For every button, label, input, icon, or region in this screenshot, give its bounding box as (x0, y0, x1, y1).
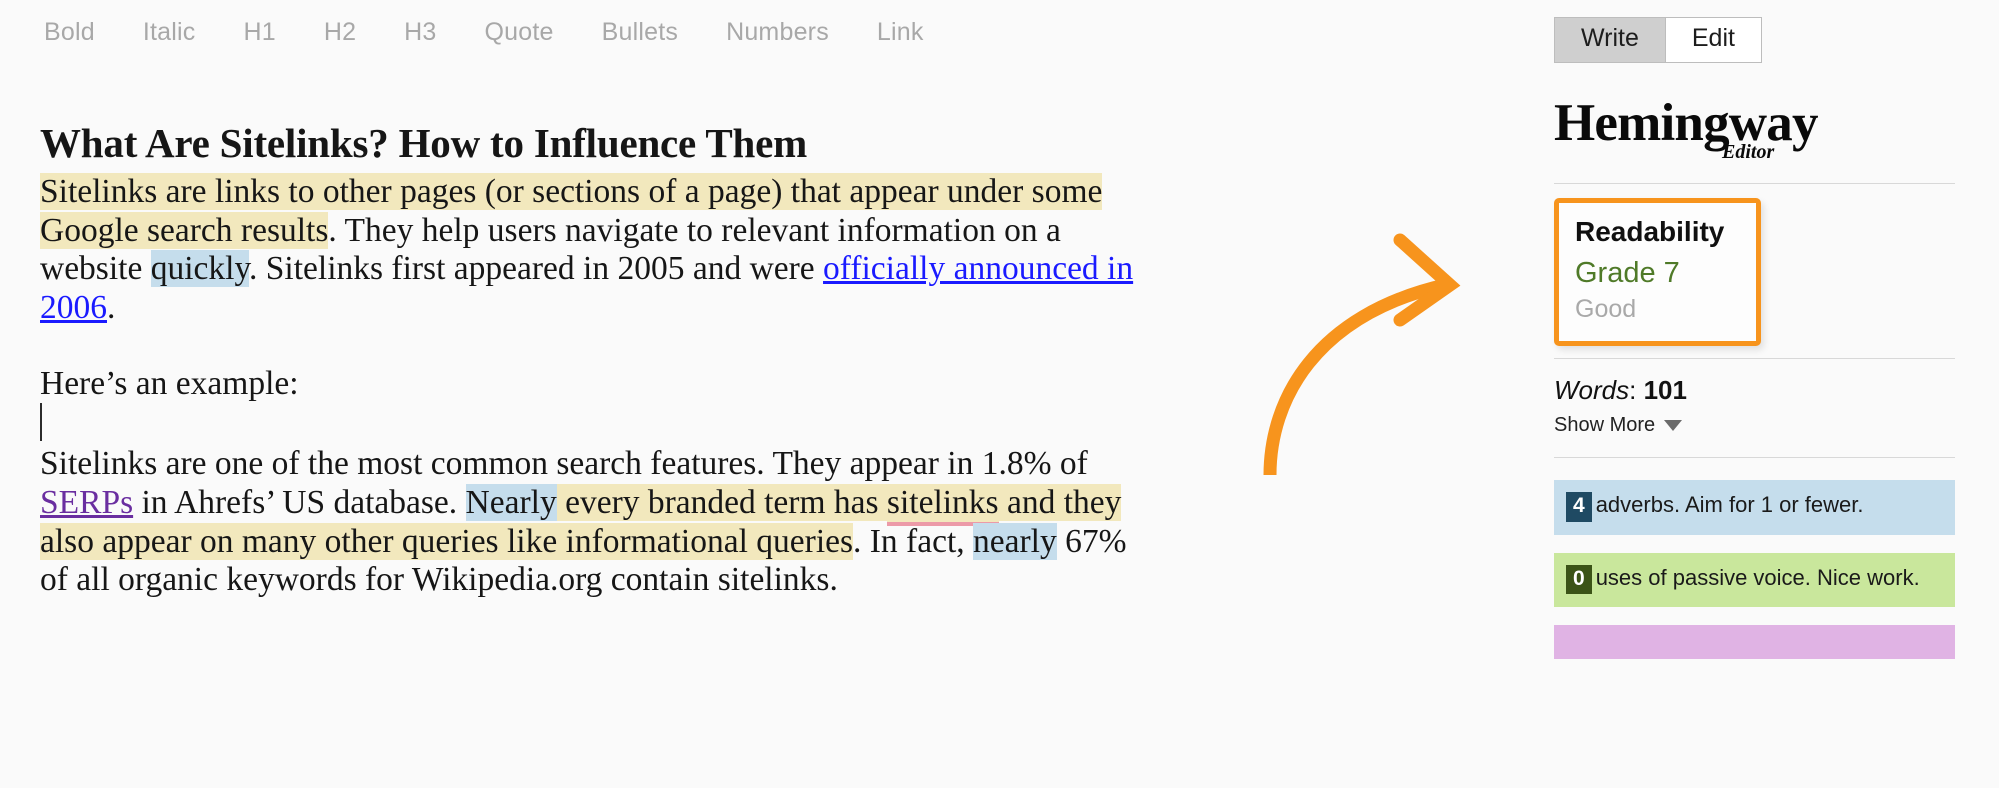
brand-logo: Hemingway Editor (1554, 93, 1955, 171)
document-editor[interactable]: What Are Sitelinks? How to Influence The… (0, 65, 1180, 600)
hemingway-editor-app: Bold Italic H1 H2 H3 Quote Bullets Numbe… (0, 0, 1999, 788)
word-count: Words: 101 (1554, 375, 1955, 406)
document-paragraph-3: Sitelinks are one of the most common sea… (40, 445, 1140, 600)
document-link-serps[interactable]: SERPs (40, 484, 133, 521)
divider-stats (1554, 456, 1955, 458)
stat-card-complex-phrases[interactable] (1554, 625, 1955, 660)
empty-line-with-caret[interactable] (40, 403, 1140, 445)
stat-card-adverbs[interactable]: 4 adverbs. Aim for 1 or fewer. (1554, 479, 1955, 535)
misspelled-word-sitelinks: sitelinks (886, 484, 999, 527)
format-button-h1[interactable]: H1 (243, 18, 303, 47)
tab-edit[interactable]: Edit (1665, 18, 1761, 62)
brand-subtitle: Editor (1722, 140, 1775, 163)
readability-card: Readability Grade 7 Good (1554, 197, 1761, 346)
stat-card-list: 4 adverbs. Aim for 1 or fewer. 0 uses of p… (1554, 479, 1955, 660)
paragraph-1-text-c: . (107, 288, 116, 326)
document-paragraph-2: Here’s an example: (40, 364, 299, 402)
format-button-h2[interactable]: H2 (324, 18, 384, 47)
document-title: What Are Sitelinks? How to Influence The… (40, 120, 808, 166)
show-more-label: Show More (1554, 413, 1656, 436)
paragraph-3-text-c: . In fact, (853, 522, 974, 560)
stat-badge-adverbs: 4 (1566, 491, 1592, 522)
readability-quality-label: Good (1575, 295, 1637, 324)
paragraph-3-text-a: Sitelinks are one of the most common sea… (40, 445, 1088, 483)
adverb-highlight-quickly: quickly (150, 250, 250, 288)
readability-grade: Grade 7 (1575, 257, 1680, 290)
format-button-italic[interactable]: Italic (143, 18, 224, 47)
format-button-bullets[interactable]: Bullets (602, 18, 706, 47)
stat-card-passive-voice[interactable]: 0 uses of passive voice. Nice work. (1554, 552, 1955, 608)
format-button-quote[interactable]: Quote (485, 18, 582, 47)
stats-sidebar: Write Edit Hemingway Editor Readability … (1530, 0, 1999, 788)
chevron-down-icon (1664, 419, 1683, 431)
text-caret (40, 403, 42, 442)
hard-sentence-highlight-a: every branded term has (556, 484, 887, 522)
readability-title: Readability (1575, 215, 1725, 247)
stat-text-adverbs: adverbs. Aim for 1 or fewer. (1595, 491, 1864, 517)
format-toolbar: Bold Italic H1 H2 H3 Quote Bullets Numbe… (0, 0, 1530, 65)
adverb-highlight-nearly-1: Nearly (465, 484, 557, 522)
format-button-h3[interactable]: H3 (404, 18, 464, 47)
adverb-highlight-nearly-2: nearly (973, 522, 1057, 560)
divider-readability (1554, 357, 1955, 359)
paragraph-3-text-b: in Ahrefs’ US database. (133, 484, 466, 522)
format-button-numbers[interactable]: Numbers (726, 18, 857, 47)
word-count-separator: : (1629, 374, 1637, 405)
document-paragraph-1: Sitelinks are links to other pages (or s… (40, 172, 1140, 328)
editor-pane: Bold Italic H1 H2 H3 Quote Bullets Numbe… (0, 0, 1530, 788)
format-button-bold[interactable]: Bold (44, 18, 123, 47)
paragraph-1-text-b: . Sitelinks first appeared in 2005 and w… (249, 250, 824, 288)
word-count-value: 101 (1643, 374, 1687, 405)
stat-badge-passive-voice: 0 (1566, 564, 1592, 595)
brand-name: Hemingway (1554, 93, 1818, 152)
stat-text-passive-voice: uses of passive voice. Nice work. (1595, 564, 1920, 590)
word-count-label: Words (1554, 374, 1630, 405)
mode-toggle: Write Edit (1554, 17, 1762, 63)
show-more-button[interactable]: Show More (1554, 413, 1683, 437)
divider-top (1554, 182, 1955, 184)
format-button-link[interactable]: Link (877, 18, 952, 47)
tab-write[interactable]: Write (1555, 18, 1665, 62)
